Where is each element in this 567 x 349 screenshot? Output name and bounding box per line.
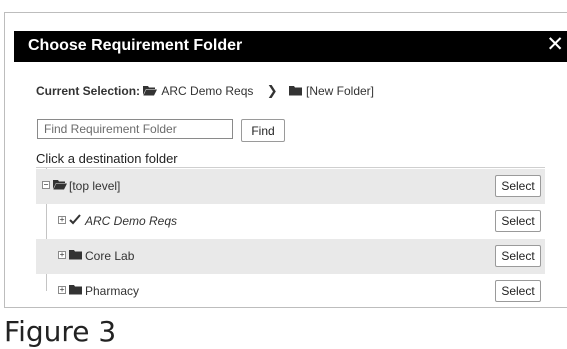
tree-row-label: Pharmacy <box>85 284 140 298</box>
current-selection-label: Current Selection: <box>36 84 141 98</box>
expand-icon[interactable]: + <box>58 251 66 259</box>
tree-row-label: ARC Demo Reqs <box>85 214 178 228</box>
expand-icon[interactable]: + <box>58 216 66 224</box>
dialog-title: Choose Requirement Folder <box>28 37 243 54</box>
folder-open-icon <box>143 86 158 96</box>
dialog-titlebar: Choose Requirement Folder ✕ <box>14 31 567 62</box>
tree-row-label: Core Lab <box>85 249 135 263</box>
select-button[interactable]: Select <box>495 245 541 267</box>
divider <box>36 167 545 168</box>
tree-row-arc-demo-reqs[interactable]: + ARC Demo Reqs Select <box>36 204 545 239</box>
breadcrumb-item-arc-demo-reqs[interactable]: ARC Demo Reqs <box>161 84 253 98</box>
collapse-icon[interactable]: − <box>42 181 50 189</box>
close-icon[interactable]: ✕ <box>546 33 564 57</box>
tree-row-pharmacy[interactable]: + Pharmacy Select <box>36 274 545 309</box>
tree-heading: Click a destination folder <box>36 151 178 166</box>
tree-row-core-lab[interactable]: + Core Lab Select <box>36 239 545 274</box>
chevron-right-icon: ❯ <box>266 83 278 98</box>
checkmark-icon <box>69 214 81 225</box>
select-button[interactable]: Select <box>495 175 541 197</box>
folder-icon <box>69 285 82 295</box>
figure-caption: Figure 3 <box>4 315 117 348</box>
folder-open-icon <box>53 180 67 190</box>
select-button[interactable]: Select <box>495 210 541 232</box>
search-input[interactable] <box>37 119 233 139</box>
find-button[interactable]: Find <box>241 119 285 142</box>
tree-row-top-level[interactable]: − [top level] Select <box>36 169 545 204</box>
breadcrumb-item-new-folder[interactable]: [New Folder] <box>306 84 374 98</box>
expand-icon[interactable]: + <box>58 286 66 294</box>
folder-icon <box>288 86 302 96</box>
tree-row-label: [top level] <box>69 179 121 193</box>
folder-icon <box>69 250 82 260</box>
current-selection: Current Selection: ARC Demo Reqs ❯ [New … <box>36 83 374 99</box>
select-button[interactable]: Select <box>495 280 541 302</box>
